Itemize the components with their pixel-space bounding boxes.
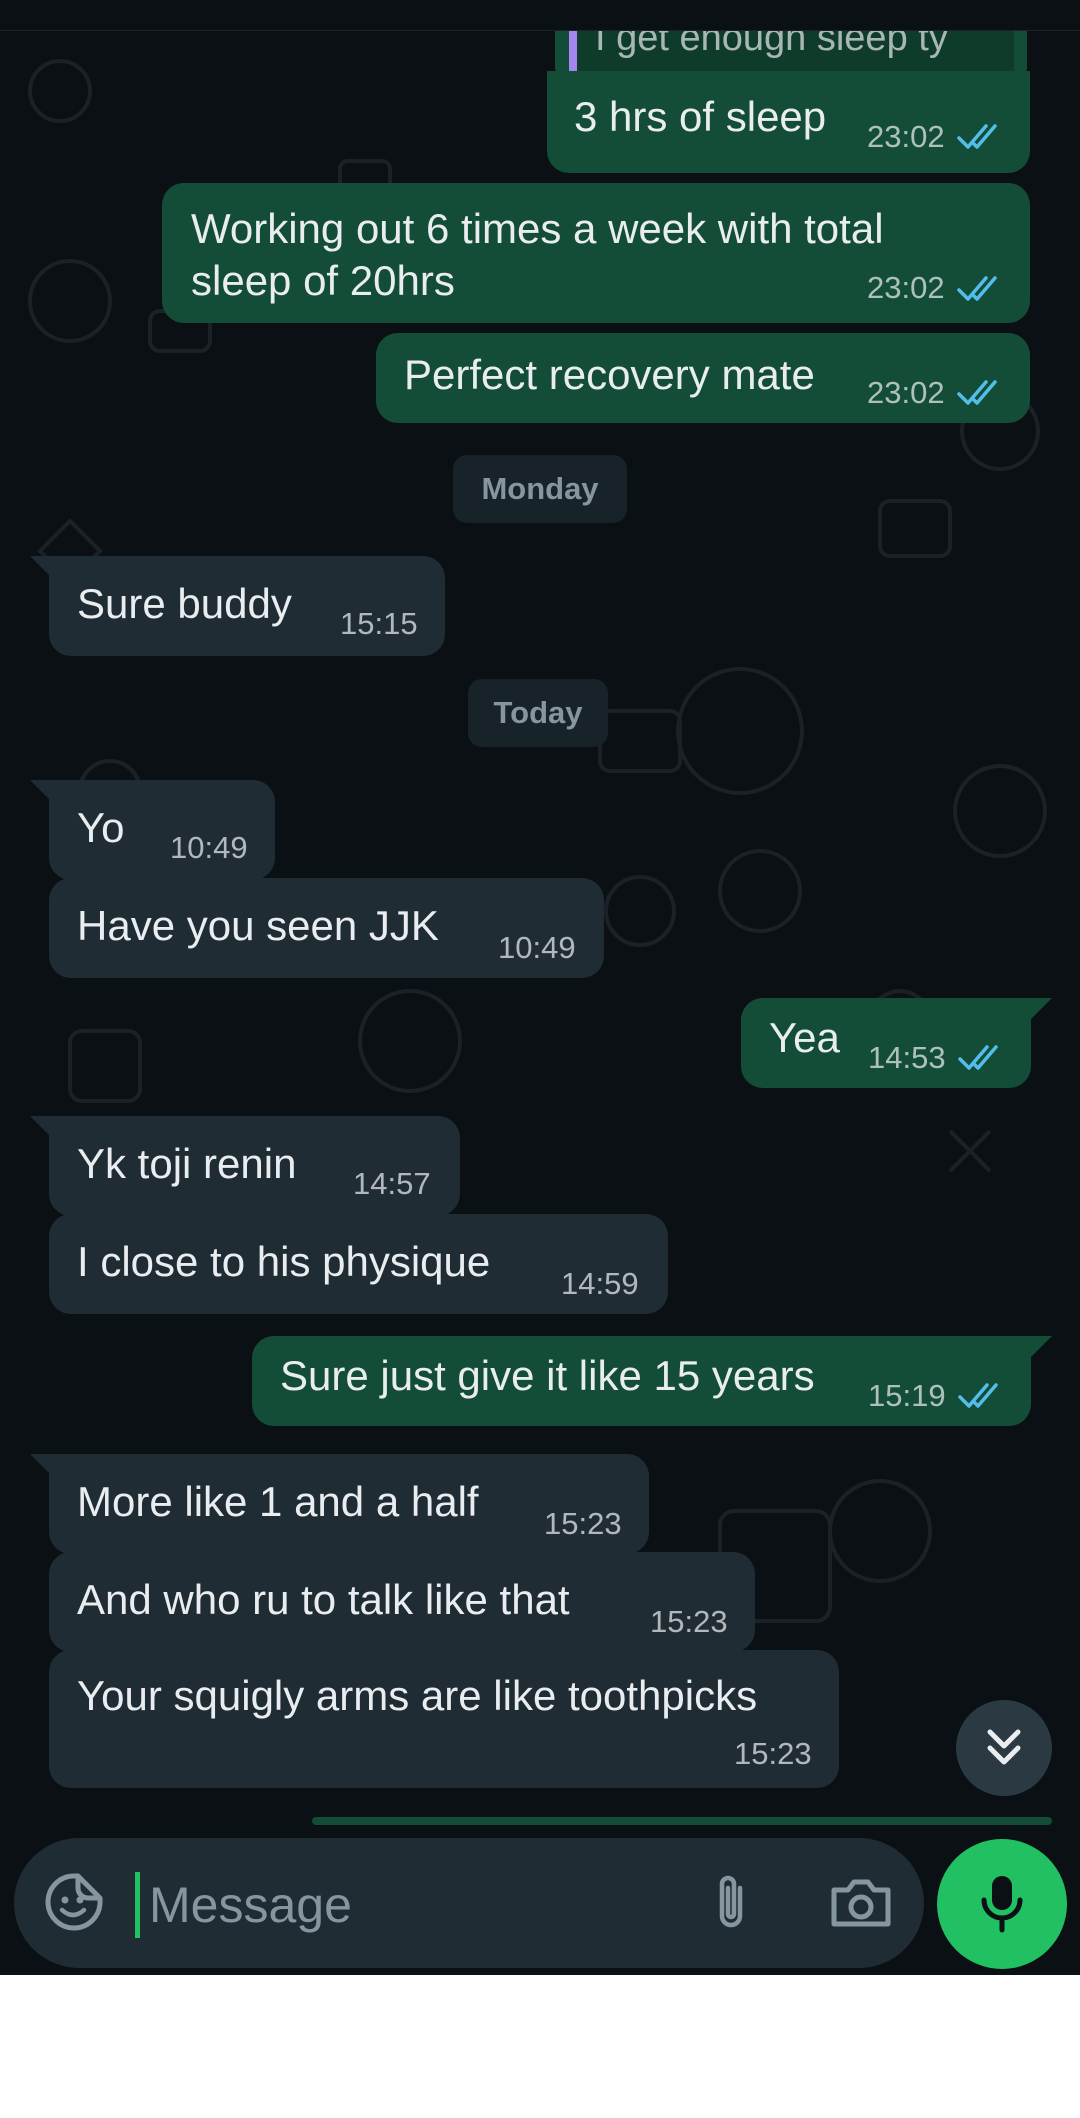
message-time: 15:23 [734,1736,812,1771]
read-ticks-icon [957,124,997,149]
message-text: Yk toji renin [77,1140,297,1187]
incoming-message[interactable]: And who ru to talk like that 15:23 [49,1552,755,1652]
chat-screen: I get enough sleep ty 3 hrs of sleep 23:… [0,0,1080,1975]
message-text: Perfect recovery mate [404,351,815,398]
message-time: 14:57 [353,1166,431,1201]
message-time: 14:59 [561,1266,639,1301]
text-cursor [135,1872,140,1938]
sticker-emoji-icon[interactable] [42,1870,106,1934]
message-time: 10:49 [170,830,248,865]
message-text: Sure just give it like 15 years [280,1352,815,1399]
outgoing-message[interactable]: Yea 14:53 [741,998,1031,1088]
message-time: 15:19 [868,1378,946,1413]
message-text: Your squigly arms are like toothpicks [77,1672,758,1719]
message-time: 15:23 [544,1506,622,1541]
read-ticks-icon [957,380,997,405]
incoming-message[interactable]: Yo 10:49 [49,780,275,880]
incoming-message[interactable]: Your squigly arms are like toothpicks 15… [49,1650,839,1788]
outgoing-message[interactable]: 3 hrs of sleep 23:02 [547,71,1030,173]
incoming-message[interactable]: More like 1 and a half 15:23 [49,1454,649,1554]
outgoing-message[interactable]: Perfect recovery mate 23:02 [376,333,1030,423]
double-chevron-down-icon [987,1729,1021,1765]
message-text-line-2: sleep of 20hrs [191,257,455,304]
read-ticks-icon [957,276,997,301]
incoming-message[interactable]: Yk toji renin 14:57 [49,1116,460,1216]
read-ticks-icon [958,1383,998,1408]
message-text: Sure buddy [77,580,292,627]
bubble-tail [1030,1336,1052,1358]
message-text: And who ru to talk like that [77,1576,570,1623]
message-time: 23:02 [867,119,945,154]
microphone-button[interactable] [937,1839,1067,1969]
quoted-message-text: I get enough sleep ty [595,31,948,59]
message-text: I close to his physique [77,1238,491,1285]
message-composer[interactable]: Message [14,1838,924,1968]
scroll-to-bottom-button[interactable] [956,1700,1052,1796]
date-separator-monday: Monday [453,455,627,523]
top-bar-edge [0,0,1080,31]
incoming-message[interactable]: Sure buddy 15:15 [49,556,445,656]
message-text-line-1: Working out 6 times a week with total [191,205,884,252]
message-time: 23:02 [867,375,945,410]
incoming-message[interactable]: Have you seen JJK 10:49 [49,878,604,978]
message-time: 10:49 [498,930,576,965]
chat-message-list[interactable]: I get enough sleep ty 3 hrs of sleep 23:… [0,31,1080,1850]
read-ticks-icon [958,1045,998,1070]
outgoing-message[interactable]: Sure just give it like 15 years 15:19 [252,1336,1031,1426]
message-text: Yo [77,804,125,851]
bubble-tail [1030,998,1052,1020]
message-time: 23:02 [867,270,945,305]
message-time: 15:23 [650,1604,728,1639]
message-time: 15:15 [340,606,418,641]
message-input[interactable]: Message [149,1874,352,1936]
microphone-icon [981,1876,1023,1933]
camera-icon[interactable] [826,1870,896,1934]
outgoing-message[interactable]: Working out 6 times a week with total sl… [162,183,1030,323]
message-time: 14:53 [868,1040,946,1075]
incoming-message[interactable]: I close to his physique 14:59 [49,1214,668,1314]
message-text: Yea [769,1014,840,1061]
message-text: 3 hrs of sleep [574,93,827,140]
paperclip-icon[interactable] [700,1870,764,1934]
message-text: More like 1 and a half [77,1478,479,1525]
partial-bubble-edge [312,1817,1052,1825]
message-text: Have you seen JJK [77,902,439,949]
date-separator-today: Today [468,679,608,747]
